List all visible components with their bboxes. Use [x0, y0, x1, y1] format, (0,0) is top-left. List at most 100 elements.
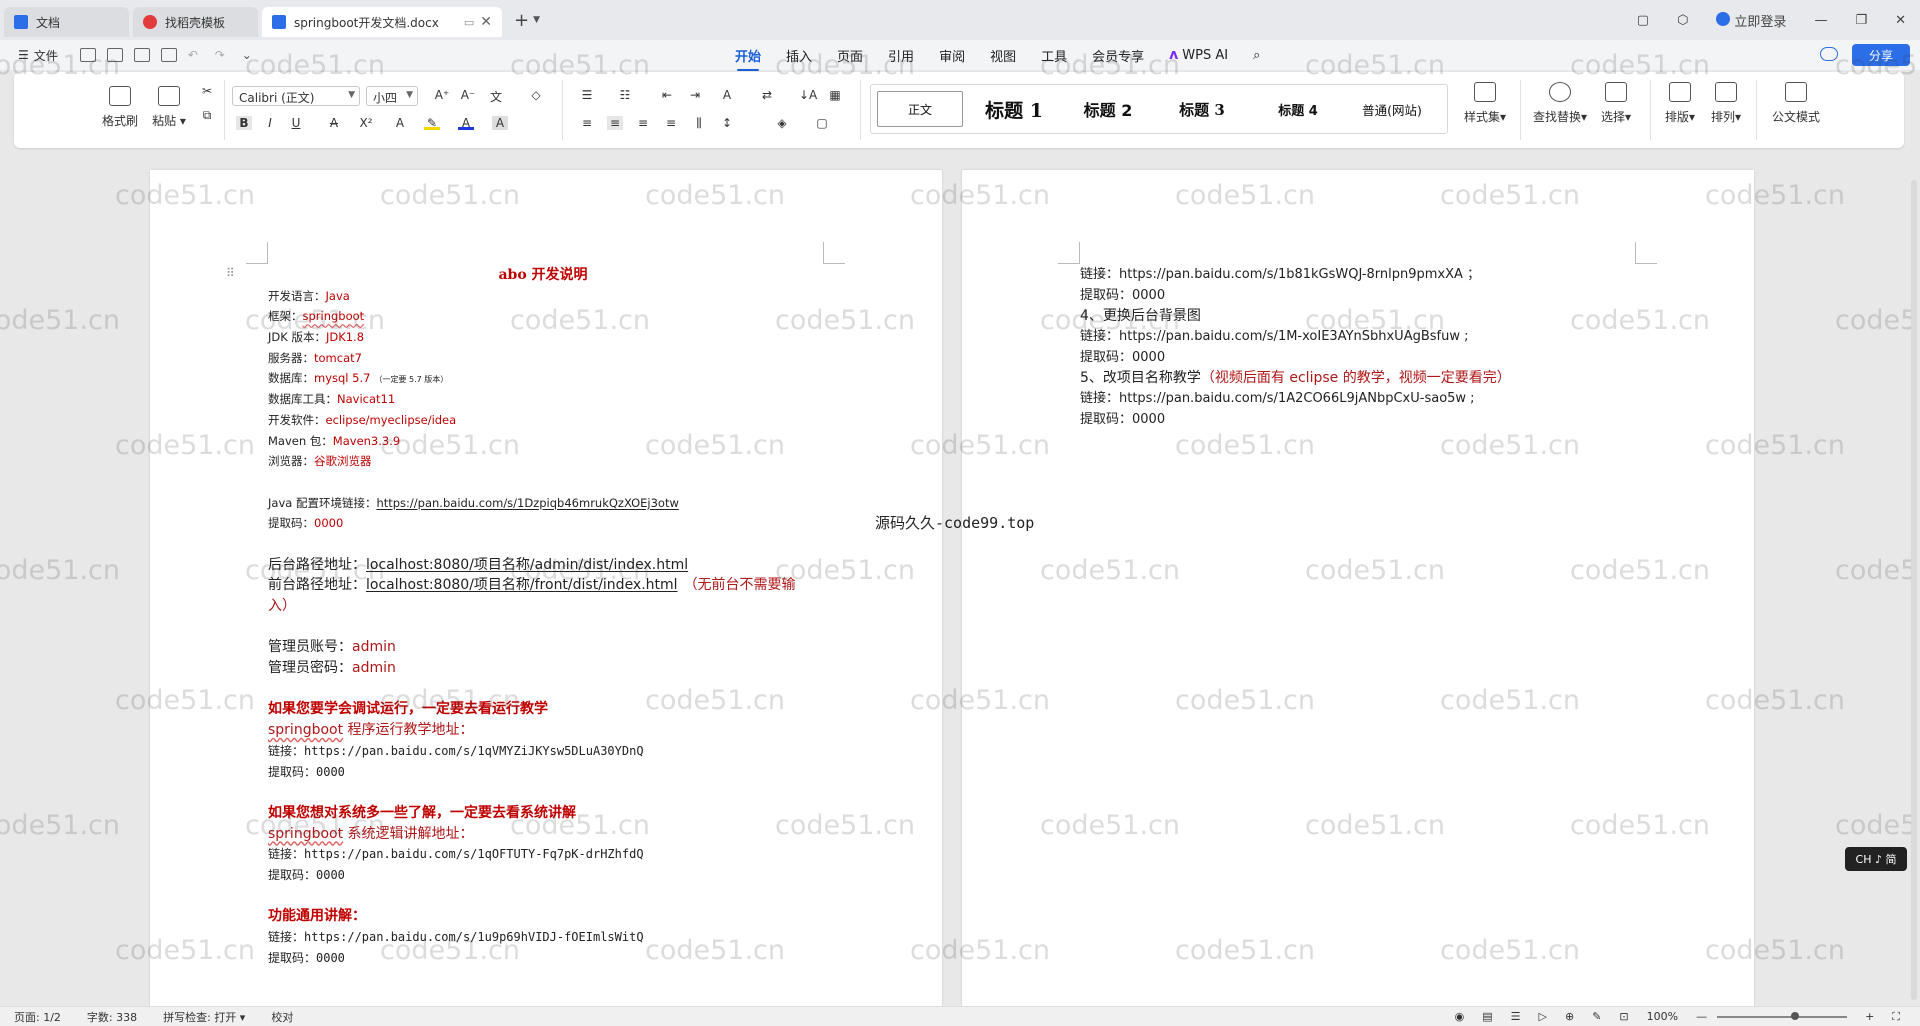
phonetic-icon[interactable]: 文: [488, 88, 504, 104]
section-3-link[interactable]: 链接：https://pan.baidu.com/s/1u9p69hVIDJ-f…: [268, 927, 828, 948]
section-2-link[interactable]: 链接：https://pan.baidu.com/s/1qOFTUTY-Fq7p…: [268, 844, 828, 865]
copy-icon[interactable]: ⧉: [199, 108, 215, 122]
arrange-button[interactable]: 排列▾: [1706, 82, 1746, 125]
word-count[interactable]: 字数: 338: [87, 1009, 137, 1025]
redo-icon[interactable]: ↷: [215, 48, 231, 62]
decrease-indent-icon[interactable]: ⇤: [659, 88, 675, 102]
login-button[interactable]: 立即登录: [1716, 11, 1786, 30]
strikethrough-icon[interactable]: A: [326, 116, 342, 130]
vertical-scrollbar[interactable]: [1908, 150, 1920, 1000]
restore-icon[interactable]: ❐: [1855, 13, 1867, 28]
tab-references[interactable]: 引用: [888, 46, 914, 65]
frontend-link[interactable]: localhost:8080/项目名称/front/dist/index.htm…: [366, 577, 678, 593]
cloud-sync-icon[interactable]: [1820, 47, 1838, 61]
more-icon[interactable]: ⌄: [242, 48, 258, 62]
section-1-link[interactable]: 链接：https://pan.baidu.com/s/1qVMYZiJKYsw5…: [268, 741, 828, 762]
zoom-out-icon[interactable]: —: [1696, 1010, 1707, 1023]
tab-review[interactable]: 审阅: [939, 46, 965, 65]
zoom-slider[interactable]: [1717, 1011, 1848, 1020]
align-right-icon[interactable]: ≡: [635, 116, 651, 130]
fullscreen-icon[interactable]: ⛶: [1892, 1010, 1900, 1024]
shading-icon[interactable]: ◈: [774, 116, 790, 130]
link-line[interactable]: 链接：https://pan.baidu.com/s/1b81kGsWQJ-8r…: [1080, 265, 1640, 286]
document-body-page-1[interactable]: abo 开发说明 开发语言：Java 框架：springboot JDK 版本：…: [268, 265, 828, 968]
chevron-down-icon[interactable]: ▼: [533, 15, 540, 25]
layout-icon[interactable]: ▢: [1637, 13, 1649, 28]
official-mode-button[interactable]: 公文模式: [1766, 82, 1826, 125]
tab-tools[interactable]: 工具: [1041, 46, 1067, 65]
zoom-in-icon[interactable]: +: [1865, 1010, 1874, 1023]
backend-link[interactable]: localhost:8080/项目名称/admin/dist/index.htm…: [366, 557, 688, 573]
clear-format-icon[interactable]: ◇: [528, 88, 544, 102]
zoom-slider-thumb[interactable]: [1791, 1011, 1800, 1020]
select-button[interactable]: 选择▾: [1594, 82, 1638, 125]
page-view-icon[interactable]: ▤: [1482, 1010, 1492, 1023]
zoom-level[interactable]: 100%: [1647, 1010, 1678, 1023]
style-normal[interactable]: 正文: [877, 91, 963, 127]
font-name-select[interactable]: Calibri (正文) ▼: [232, 86, 360, 106]
tab-home[interactable]: 开始: [735, 46, 761, 71]
style-heading-1[interactable]: 标题 1: [969, 91, 1059, 127]
eye-icon[interactable]: ◉: [1455, 1010, 1465, 1023]
align-left-icon[interactable]: ≡: [579, 116, 595, 130]
print-icon[interactable]: [133, 48, 150, 62]
search-icon[interactable]: ⌕: [1253, 48, 1260, 63]
italic-icon[interactable]: I: [262, 116, 278, 130]
shrink-font-icon[interactable]: A⁻: [460, 88, 476, 102]
bold-icon[interactable]: B: [236, 116, 252, 130]
drag-handle-icon[interactable]: ⠿: [226, 266, 235, 280]
close-tab-icon[interactable]: ✕: [480, 14, 492, 30]
find-replace-button[interactable]: 查找替换▾: [1530, 82, 1590, 125]
spell-check-toggle[interactable]: 拼写检查: 打开 ▾: [163, 1009, 245, 1025]
ime-indicator[interactable]: CH ♪ 简: [1845, 847, 1907, 871]
tab-templates[interactable]: 找稻壳模板: [133, 7, 258, 37]
tab-documents[interactable]: 文档: [4, 7, 129, 37]
chinese-layout-icon[interactable]: ⇄: [759, 88, 775, 102]
style-heading-4[interactable]: 标题 4: [1253, 91, 1343, 127]
align-center-icon[interactable]: ≡: [607, 116, 623, 130]
page-count[interactable]: 页面: 1/2: [14, 1009, 61, 1025]
bullets-icon[interactable]: ☰: [579, 88, 595, 102]
link-line[interactable]: 链接：https://pan.baidu.com/s/1A2CO66L9jANb…: [1080, 389, 1640, 410]
style-set-button[interactable]: 样式集▾: [1460, 82, 1510, 125]
java-env-link[interactable]: https://pan.baidu.com/s/1Dzpiqb46mrukQzX…: [376, 496, 678, 510]
text-effect-icon[interactable]: A: [392, 116, 408, 130]
increase-indent-icon[interactable]: ⇥: [687, 88, 703, 102]
paste-button[interactable]: 粘贴 ▾: [149, 86, 189, 129]
show-marks-icon[interactable]: ▦: [827, 88, 843, 102]
edit-icon[interactable]: ✎: [1592, 1010, 1601, 1023]
numbering-icon[interactable]: ☷: [617, 88, 633, 102]
style-heading-3[interactable]: 标题 3: [1157, 91, 1247, 127]
style-heading-2[interactable]: 标题 2: [1063, 91, 1153, 127]
share-button[interactable]: 分享: [1852, 44, 1910, 66]
tab-member[interactable]: 会员专享: [1092, 46, 1144, 65]
window-mode-icon[interactable]: ▭: [464, 16, 474, 29]
wps-ai-button[interactable]: ʌ WPS AI: [1169, 47, 1228, 63]
char-shading-icon[interactable]: A: [492, 116, 508, 130]
outline-view-icon[interactable]: ☰: [1511, 1010, 1521, 1023]
format-painter-button[interactable]: 格式刷: [100, 86, 140, 129]
tab-current-document[interactable]: springboot开发文档.docx ▭ ✕: [262, 7, 502, 37]
fit-page-icon[interactable]: ⊡: [1619, 1010, 1628, 1023]
link-line[interactable]: 链接：https://pan.baidu.com/s/1M-xoIE3AYnSb…: [1080, 327, 1640, 348]
scrollbar-thumb[interactable]: [1911, 180, 1917, 1000]
cut-icon[interactable]: ✂: [199, 84, 215, 98]
justify-icon[interactable]: ≡: [663, 116, 679, 130]
new-tab-icon[interactable]: +: [514, 10, 529, 31]
line-spacing-icon[interactable]: ↕: [719, 116, 735, 130]
tab-view[interactable]: 视图: [990, 46, 1016, 65]
font-size-select[interactable]: 小四 ▼: [366, 86, 418, 106]
underline-icon[interactable]: U: [288, 116, 304, 130]
file-menu[interactable]: ☰ 文件: [18, 47, 58, 64]
sort-icon[interactable]: ↓A: [799, 88, 817, 102]
grow-font-icon[interactable]: A⁺: [434, 88, 450, 102]
tab-insert[interactable]: 插入: [786, 46, 812, 65]
highlight-icon[interactable]: ✎: [424, 116, 440, 130]
font-color-icon[interactable]: A: [458, 116, 474, 130]
web-view-icon[interactable]: ⊕: [1565, 1010, 1574, 1023]
play-icon[interactable]: ▷: [1539, 1010, 1547, 1023]
save-icon[interactable]: [79, 48, 96, 62]
distribute-icon[interactable]: ⫼: [691, 116, 707, 130]
text-direction-icon[interactable]: A: [719, 88, 735, 102]
layout-button[interactable]: 排版▾: [1660, 82, 1700, 125]
